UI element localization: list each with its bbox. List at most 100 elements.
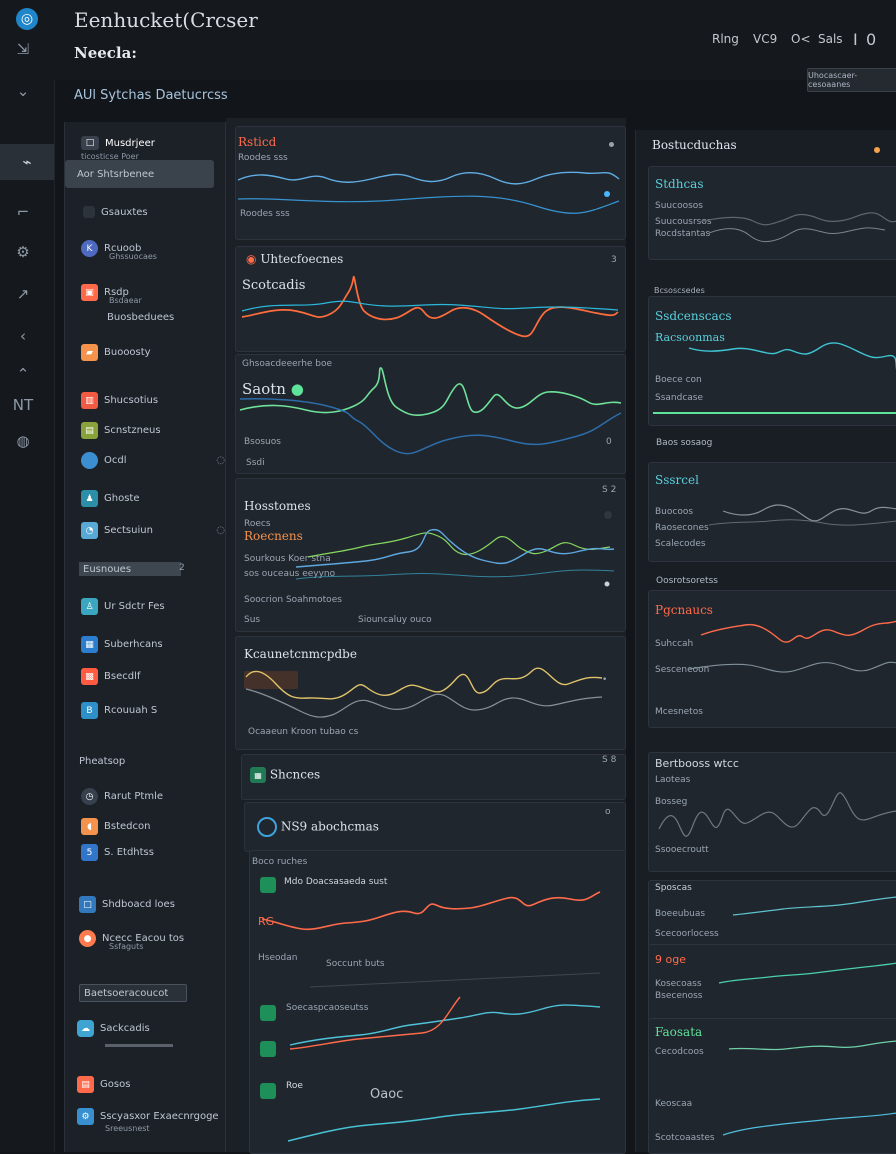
panel-caption: Bsosuos — [244, 437, 281, 447]
metric-panel[interactable]: Rsticd Roodes sss Roodes sss — [235, 126, 626, 240]
metric-panel[interactable]: Hosstomes Roecs Roecnens Sourkous Koer s… — [235, 478, 626, 632]
settings-icon[interactable]: ⚙ — [12, 241, 34, 263]
sidebar-item[interactable]: ◷ Rarut Ptmle — [81, 788, 241, 805]
metric-panel[interactable]: ▦ Shcnces S 8 — [241, 754, 626, 800]
header-link[interactable]: I — [853, 30, 858, 49]
sidebar-item-title[interactable]: □ Musdrjeer — [81, 136, 209, 150]
circle-icon — [257, 817, 277, 837]
section-count: 2 — [179, 563, 185, 573]
header-link[interactable]: Rlng — [712, 32, 739, 46]
sidebar-item-selected[interactable]: Aor Shtsrbenee — [65, 160, 214, 188]
panel-chart — [718, 962, 896, 984]
panel-chart — [239, 367, 622, 455]
metric-panel[interactable]: NS9 abochcmas o — [244, 802, 626, 852]
sidebar-item[interactable]: ♟ Ghoste — [81, 490, 241, 507]
sidebar-item[interactable]: ▤ Gosos — [77, 1076, 237, 1093]
bookmark-icon: ◖ — [81, 818, 98, 835]
branch-icon[interactable]: ⌐ — [12, 201, 34, 223]
sidebar-item[interactable]: ◔ Sectsuiun ◌ — [81, 522, 241, 539]
back-icon[interactable]: ‹ — [12, 325, 34, 347]
metric-panel[interactable]: Kcaunetcnmcpdbe Ocaaeun Kroon tubao cs • — [235, 636, 626, 750]
sidebar-item[interactable]: B Rcouuah S — [81, 702, 241, 719]
panel-chart — [722, 1040, 896, 1136]
globe-icon[interactable]: ◍ — [12, 430, 34, 452]
sidebar-section-title: Pheatsop — [79, 756, 239, 767]
right-panel[interactable]: Sssrcel Buocoos Raosecones Scalecodes — [648, 462, 896, 562]
sidebar-item-label: Baetsoeracoucot — [84, 987, 169, 999]
right-panel[interactable]: Faosata Cecodcoos Keoscaa Scotcoaastes — [648, 1018, 896, 1154]
sidebar-item[interactable]: Ocdl ◌ — [81, 452, 241, 469]
panel-chart — [688, 620, 896, 673]
cloud-icon — [81, 452, 98, 469]
right-panel[interactable]: Bertbooss wtcc Laoteas Bosseg Ssooecrout… — [648, 752, 896, 872]
help-icon[interactable]: ◌ — [216, 455, 225, 466]
sidebar-item-group[interactable]: Gsauxtes — [83, 206, 207, 218]
right-panel[interactable]: Stdhcas Suucoosos Suucousrsos Rocdstanta… — [648, 166, 896, 260]
panel-title: NS9 abochcmas — [257, 817, 379, 837]
chevron-down-icon[interactable]: ⌄ — [12, 80, 34, 102]
chart-icon[interactable]: ⌁ — [16, 151, 38, 173]
sidebar-item-label: Gosos — [100, 1079, 131, 1090]
sidebar-item[interactable]: ▦ Suberhcans — [81, 636, 241, 653]
number-icon: 5 — [81, 844, 98, 861]
sidebar-item[interactable]: 5 S. Etdhtss — [81, 844, 241, 861]
arrow-icon[interactable]: ↗ — [12, 283, 34, 305]
up-icon[interactable]: ⌃ — [12, 363, 34, 385]
sidebar-item[interactable]: ▰ Buooosty — [81, 344, 241, 361]
sidebar-item-label: Rarut Ptmle — [104, 791, 164, 802]
sidebar-item-meta-label: Ghssuocaes — [109, 252, 157, 261]
sidebar-item[interactable]: ♙ Ur Sdctr Fes — [81, 598, 241, 615]
sidebar-item[interactable]: ▤ Scnstzneus — [81, 422, 241, 439]
metric-panel[interactable]: ◉ Uhtecfoecnes Scotcadis 3 — [235, 246, 626, 352]
sidebar-item-label: Ur Sdctr Fes — [104, 601, 165, 612]
header-link[interactable]: Sals — [818, 32, 843, 46]
sidebar-item-label: Scnstzneus — [104, 425, 161, 436]
folder-icon: ▰ — [81, 344, 98, 361]
alert-icon: ▥ — [81, 392, 98, 409]
sidebar-item-label: Aor Shtsrbenee — [77, 168, 155, 180]
metric-panel[interactable]: Ghsoacdeeerhe boe Saotn ● Bsosuos Ssdi 0 — [235, 354, 626, 474]
panel-chart — [653, 342, 896, 414]
logo-small-icon[interactable]: NT — [12, 394, 34, 416]
app-logo-icon[interactable]: ◎ — [16, 8, 38, 30]
sidebar-item[interactable]: ◖ Bstedcon — [81, 818, 241, 835]
right-panel[interactable]: 9 oge Kosecoass Bsecenoss — [648, 944, 896, 1026]
sidebar-icon: □ — [81, 136, 99, 150]
breadcrumb[interactable]: AUl Sytchas Daetucrcss — [74, 88, 228, 103]
cloud-icon: ☁ — [77, 1020, 94, 1037]
help-icon[interactable]: ◌ — [216, 525, 225, 536]
section-caption: Bcsoscsedes — [654, 286, 705, 295]
sidebar-item-meta-label: Sreeusnest — [105, 1124, 150, 1133]
right-panel[interactable]: Pgcnaucs Suhccah Sesceneoon Mcesnetos — [648, 590, 896, 728]
sidebar-item[interactable]: ▩ Bsecdlf — [81, 668, 241, 685]
page-title: Eenhucket(Crcser — [74, 8, 258, 32]
header-link[interactable]: 0 — [866, 30, 876, 49]
status-badge: Uhocascaer-cesoaanes — [807, 68, 896, 92]
right-panel[interactable]: Ssdcenscacs Racsoonmas Boece con Ssandca… — [648, 296, 896, 426]
rail-icon[interactable]: ⇲ — [12, 38, 34, 60]
grid-icon: ▩ — [81, 668, 98, 685]
sidebar-item[interactable]: ⚙ Sscyasxor Exaecnrgoge — [77, 1108, 237, 1125]
report-icon: ▤ — [77, 1076, 94, 1093]
metric-panel[interactable]: Boco ruches Mdo Doacsasaeda sust RG Hseo… — [249, 850, 626, 1154]
team-icon: ♟ — [81, 490, 98, 507]
sidebar-item-label: Ocdl — [104, 455, 127, 466]
report-icon: ▣ — [81, 284, 98, 301]
sidebar-item-meta-label: Bsdaear — [109, 296, 142, 305]
panel-chart — [245, 667, 603, 718]
header-link[interactable]: O< — [791, 32, 811, 46]
sidebar-item-label: Ghoste — [104, 493, 140, 504]
panel-chart — [237, 171, 620, 214]
sidebar-item-label: Shdboacd loes — [102, 899, 175, 910]
sidebar-item[interactable]: ☁ Sackcadis — [77, 1020, 237, 1037]
people-icon: ♙ — [81, 598, 98, 615]
sidebar-section-header[interactable]: Eusnoues — [79, 562, 181, 576]
section-caption: Baos sosaog — [656, 438, 713, 448]
sidebar-item[interactable]: ▥ Shucsotius — [81, 392, 241, 409]
doc-icon: ▦ — [81, 636, 98, 653]
clock-icon: ◷ — [81, 788, 98, 805]
header-link[interactable]: VC9 — [753, 32, 777, 46]
panel-chart — [658, 792, 896, 837]
sidebar-item[interactable]: □ Shdboacd loes — [79, 896, 239, 913]
sidebar-input[interactable]: Baetsoeracoucot — [79, 984, 187, 1002]
